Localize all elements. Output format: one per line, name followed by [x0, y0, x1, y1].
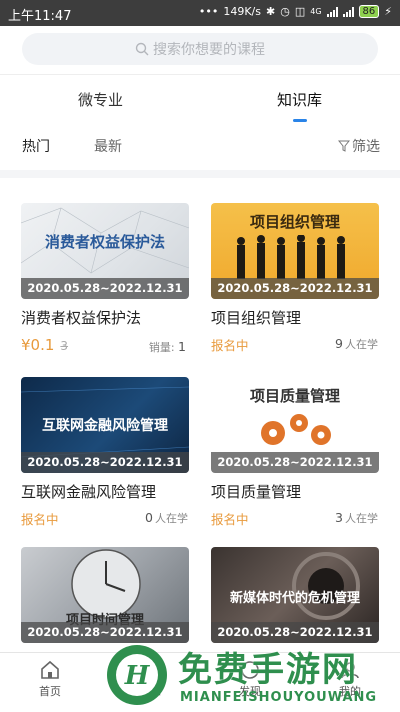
- sales-count: 1: [178, 339, 186, 354]
- course-image-title: 互联网金融风险管理: [42, 418, 168, 434]
- alarm-icon: ◷: [280, 5, 290, 18]
- signal-icon-2: [342, 6, 354, 17]
- status-time: 上午11:47: [8, 9, 72, 24]
- watermark-subtitle: MIANFEISHOUYOUWANG: [180, 690, 378, 705]
- course-date: 2020.05.28~2022.12.31: [21, 278, 189, 299]
- course-card-image[interactable]: 消费者权益保护法 2020.05.28~2022.12.31: [21, 203, 189, 299]
- tab-micro-major[interactable]: 微专业: [78, 89, 123, 110]
- filter-label: 筛选: [352, 139, 380, 155]
- filter-hot[interactable]: 热门: [22, 136, 50, 156]
- course-image-title: 项目质量管理: [249, 387, 340, 405]
- camera-lens-graphic: [292, 552, 360, 620]
- search-placeholder: 搜索你想要的课程: [153, 42, 265, 58]
- course-card-image[interactable]: 项目质量管理 2020.05.28~2022.12.31: [211, 377, 379, 473]
- watermark: H 免费手游网 MIANFEISHOUYOUWANG: [100, 640, 400, 710]
- learner-label: 人在学: [155, 512, 188, 525]
- gears-graphic: [261, 414, 331, 445]
- bluetooth-icon: ✱: [266, 5, 276, 18]
- status-bar: 上午11:47 ••• 149K/s ✱ ◷ ◫ 4G 86 ⚡: [0, 0, 400, 26]
- watermark-title: 免费手游网: [178, 650, 358, 690]
- section-divider: [0, 170, 400, 178]
- learner-label: 人在学: [345, 512, 378, 525]
- mute-icon: ◫: [294, 5, 306, 18]
- course-price-row: ¥0.1 3: [21, 336, 68, 354]
- watermark-logo: H: [107, 645, 167, 705]
- course-title[interactable]: 项目组织管理: [211, 307, 301, 328]
- filter-row: 热门 最新 筛选: [0, 122, 400, 170]
- course-image-title: 项目组织管理: [249, 213, 340, 231]
- course-title[interactable]: 消费者权益保护法: [21, 307, 141, 328]
- net-speed: 149K/s: [223, 5, 261, 18]
- enrollment-status: 报名中: [211, 512, 249, 527]
- more-dots-icon: •••: [198, 5, 219, 18]
- course-card-image[interactable]: 新媒体时代的危机管理 2020.05.28~2022.12.31: [211, 547, 379, 643]
- learner-number: 0: [145, 510, 153, 525]
- learner-count: 9 人在学: [310, 336, 378, 352]
- tab-bar: 微专业 知识库: [0, 74, 400, 124]
- signal-icon: [326, 6, 338, 17]
- course-price: ¥0.1: [21, 336, 55, 354]
- learner-label: 人在学: [345, 338, 378, 351]
- learner-number: 9: [335, 336, 343, 351]
- enrollment-status: 报名中: [211, 338, 249, 353]
- sales-label: 销量:: [148, 341, 175, 354]
- funnel-icon: [338, 140, 350, 152]
- filter-button[interactable]: 筛选: [338, 136, 380, 156]
- course-original-price: 3: [60, 339, 69, 353]
- course-date: 2020.05.28~2022.12.31: [21, 452, 189, 473]
- filter-latest[interactable]: 最新: [94, 136, 122, 156]
- nav-home[interactable]: 首页: [20, 657, 80, 699]
- search-icon: [135, 42, 149, 56]
- course-card-image[interactable]: 项目组织管理 2020.05.28~2022.12.31: [211, 203, 379, 299]
- course-date: 2020.05.28~2022.12.31: [211, 452, 379, 473]
- enrollment-status: 报名中: [21, 512, 59, 527]
- learner-count: 3 人在学: [310, 510, 378, 526]
- learner-count: 0 人在学: [120, 510, 188, 526]
- charging-icon: ⚡: [384, 5, 392, 18]
- course-sales: 销量: 1: [120, 339, 188, 355]
- course-date: 2020.05.28~2022.12.31: [211, 278, 379, 299]
- status-icons: ••• 149K/s ✱ ◷ ◫ 4G 86 ⚡: [199, 5, 392, 18]
- home-icon: [41, 660, 59, 679]
- search-input[interactable]: 搜索你想要的课程: [22, 33, 378, 65]
- learner-number: 3: [335, 510, 343, 525]
- course-image-title: 新媒体时代的危机管理: [229, 591, 360, 606]
- course-title[interactable]: 互联网金融风险管理: [21, 481, 156, 502]
- course-image-title: 消费者权益保护法: [44, 233, 165, 251]
- nav-label: 首页: [39, 685, 61, 698]
- course-title[interactable]: 项目质量管理: [211, 481, 301, 502]
- people-silhouettes-graphic: [237, 235, 345, 279]
- battery-icon: 86: [358, 5, 380, 18]
- search-area: 搜索你想要的课程: [0, 26, 400, 74]
- tab-knowledge-base[interactable]: 知识库: [277, 89, 322, 110]
- svg-text:H: H: [124, 661, 151, 691]
- course-card-image[interactable]: 互联网金融风险管理 2020.05.28~2022.12.31: [21, 377, 189, 473]
- network-label: 4G: [310, 7, 322, 16]
- course-card-image[interactable]: 项目时间管理 2020.05.28~2022.12.31: [21, 547, 189, 643]
